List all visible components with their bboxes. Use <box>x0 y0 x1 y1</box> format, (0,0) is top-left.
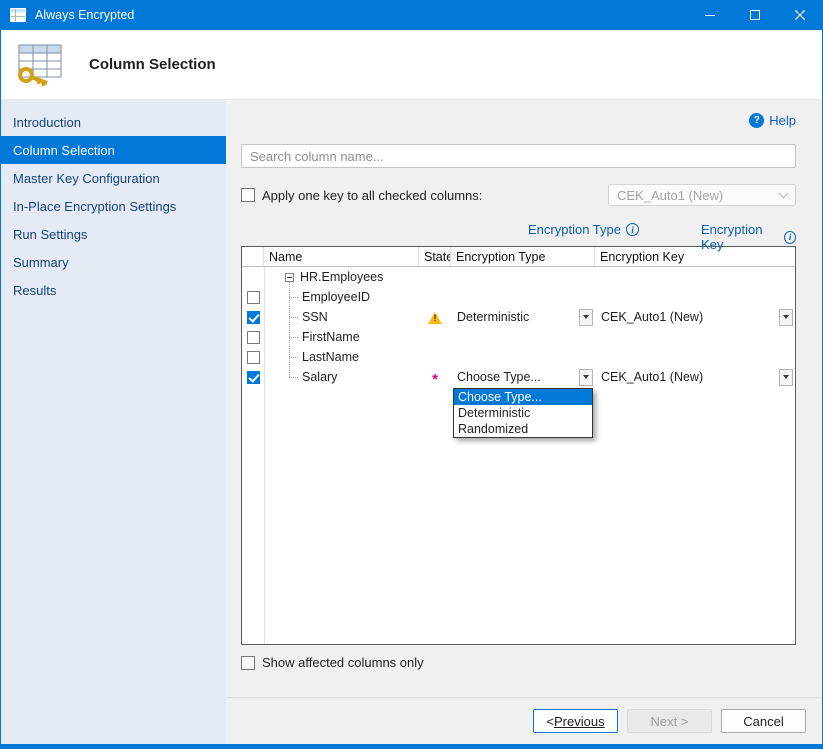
search-input[interactable] <box>241 144 796 168</box>
encryption-type-link[interactable]: Encryption Type i <box>528 222 639 237</box>
column-name: EmployeeID <box>302 290 370 304</box>
encryption-key-combo[interactable]: CEK_Auto1 (New) <box>601 308 795 326</box>
apply-key-checkbox[interactable] <box>241 188 255 202</box>
encryption-key-link-label: Encryption Key <box>701 222 779 252</box>
sidebar-item-run-settings[interactable]: Run Settings <box>1 220 226 248</box>
dropdown-option-choose-type[interactable]: Choose Type... <box>454 389 592 405</box>
table-row-firstname: FirstName <box>242 327 795 347</box>
grid-header-name: Name <box>264 247 419 266</box>
required-marker: * <box>432 375 438 385</box>
row-checkbox[interactable] <box>247 311 260 324</box>
warning-icon: ! <box>427 311 443 324</box>
encryption-key-link[interactable]: Encryption Key i <box>701 222 796 252</box>
next-button: Next > <box>627 709 712 733</box>
table-row-salary: Salary * Choose Type... CEK_Auto1 ( <box>242 367 795 387</box>
help-label: Help <box>769 113 796 128</box>
chevron-down-icon[interactable] <box>779 309 793 326</box>
column-name: Salary <box>302 370 337 384</box>
show-affected-row: Show affected columns only <box>241 655 796 670</box>
column-links-row: Encryption Type i Encryption Key i <box>241 222 796 238</box>
sidebar-item-in-place-encryption-settings[interactable]: In-Place Encryption Settings <box>1 192 226 220</box>
encryption-type-value: Choose Type... <box>457 370 541 384</box>
row-checkbox[interactable] <box>247 351 260 364</box>
previous-label: Previous <box>554 714 605 729</box>
encryption-type-combo[interactable]: Choose Type... <box>457 368 595 386</box>
maximize-icon <box>750 10 760 20</box>
row-checkbox[interactable] <box>247 291 260 304</box>
sidebar-item-results[interactable]: Results <box>1 276 226 304</box>
window-bottom-border <box>1 744 822 749</box>
wizard-header: Column Selection <box>1 30 822 100</box>
wizard-steps-sidebar: Introduction Column Selection Master Key… <box>1 100 226 744</box>
grid-body: HR.Employees EmployeeID <box>242 267 795 644</box>
chevron-down-icon[interactable] <box>579 369 593 386</box>
column-name: LastName <box>302 350 359 364</box>
sidebar-item-master-key-configuration[interactable]: Master Key Configuration <box>1 164 226 192</box>
encryption-type-value: Deterministic <box>457 310 529 324</box>
close-icon <box>795 10 805 20</box>
table-row-employeeid: EmployeeID <box>242 287 795 307</box>
encryption-type-combo[interactable]: Deterministic <box>457 308 595 326</box>
close-button[interactable] <box>777 0 822 30</box>
grid-header-checkbox-col <box>242 247 264 266</box>
chevron-down-icon[interactable] <box>779 369 793 386</box>
table-group-row: HR.Employees <box>242 267 795 287</box>
window-title: Always Encrypted <box>35 8 687 22</box>
table-row-lastname: LastName <box>242 347 795 367</box>
sidebar-item-summary[interactable]: Summary <box>1 248 226 276</box>
chevron-down-icon[interactable] <box>579 309 593 326</box>
chevron-down-icon <box>779 189 789 199</box>
cek-key-dropdown-value: CEK_Auto1 (New) <box>617 188 780 203</box>
always-encrypted-wizard-window: Always Encrypted Column Selection <box>0 0 823 749</box>
encryption-type-link-label: Encryption Type <box>528 222 621 237</box>
table-key-icon <box>13 42 65 88</box>
dropdown-option-randomized[interactable]: Randomized <box>454 421 592 437</box>
sidebar-item-column-selection[interactable]: Column Selection <box>1 136 226 164</box>
row-checkbox[interactable] <box>247 371 260 384</box>
help-link[interactable]: ? Help <box>241 110 796 130</box>
show-affected-label: Show affected columns only <box>262 655 424 670</box>
collapse-expander-icon[interactable] <box>285 273 294 282</box>
columns-grid: Name State Encryption Type Encryption Ke… <box>241 246 796 645</box>
encryption-key-combo[interactable]: CEK_Auto1 (New) <box>601 368 795 386</box>
main-pane: ? Help Apply one key to all checked colu… <box>226 100 822 744</box>
table-row-ssn: SSN ! Deterministic <box>242 307 795 327</box>
info-icon[interactable]: i <box>626 223 639 236</box>
footer-button-bar: < Previous Next > Cancel <box>226 697 822 744</box>
row-checkbox[interactable] <box>247 331 260 344</box>
app-icon <box>10 8 26 22</box>
minimize-icon <box>705 10 715 20</box>
previous-button[interactable]: < Previous <box>533 709 618 733</box>
cek-key-dropdown: CEK_Auto1 (New) <box>608 184 796 206</box>
apply-key-row: Apply one key to all checked columns: CE… <box>241 184 796 206</box>
page-title: Column Selection <box>89 56 216 73</box>
minimize-button[interactable] <box>687 0 732 30</box>
group-label: HR.Employees <box>300 270 383 284</box>
dropdown-option-deterministic[interactable]: Deterministic <box>454 405 592 421</box>
maximize-button[interactable] <box>732 0 777 30</box>
title-bar: Always Encrypted <box>1 0 822 30</box>
previous-prefix: < <box>546 714 554 729</box>
column-name: SSN <box>302 310 328 324</box>
encryption-key-value: CEK_Auto1 (New) <box>601 370 703 384</box>
column-name: FirstName <box>302 330 360 344</box>
main-content: ? Help Apply one key to all checked colu… <box>226 100 822 697</box>
cancel-button[interactable]: Cancel <box>721 709 806 733</box>
show-affected-checkbox[interactable] <box>241 656 255 670</box>
info-icon[interactable]: i <box>784 231 796 244</box>
help-icon: ? <box>749 113 764 128</box>
encryption-type-dropdown-list: Choose Type... Deterministic Randomized <box>453 388 593 438</box>
sidebar-item-introduction[interactable]: Introduction <box>1 108 226 136</box>
grid-header-encryption-type: Encryption Type <box>451 247 595 266</box>
grid-header-state: State <box>419 247 451 266</box>
apply-key-label: Apply one key to all checked columns: <box>262 188 608 203</box>
content-area: Introduction Column Selection Master Key… <box>1 100 822 744</box>
encryption-key-value: CEK_Auto1 (New) <box>601 310 703 324</box>
